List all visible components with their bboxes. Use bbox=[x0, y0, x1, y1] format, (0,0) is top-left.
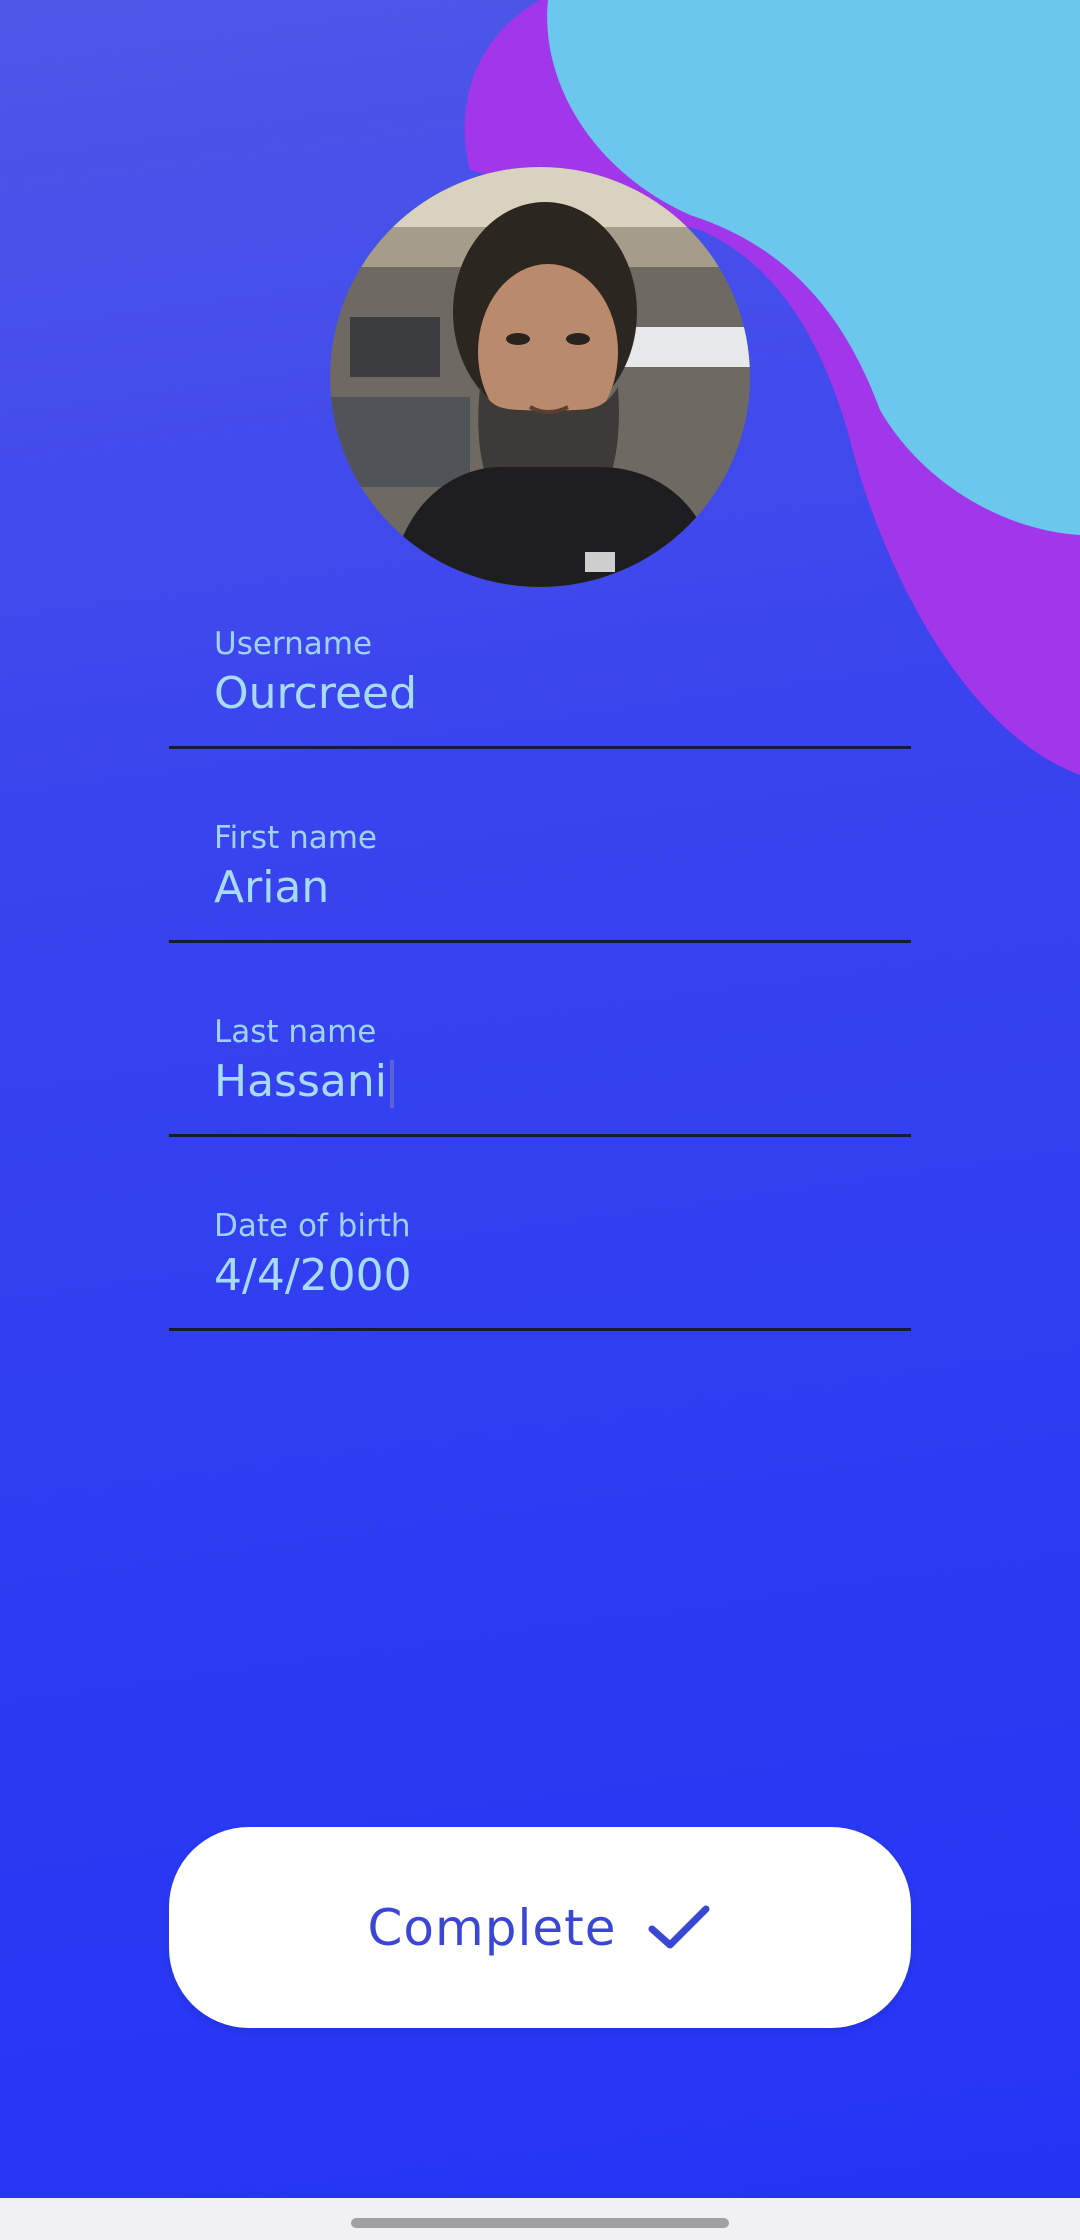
last-name-field[interactable]: Last name Hassani bbox=[169, 1004, 911, 1137]
last-name-input-wrap[interactable]: Hassani bbox=[214, 1056, 394, 1108]
first-name-input[interactable]: Arian bbox=[214, 862, 329, 913]
username-label: Username bbox=[214, 626, 373, 662]
complete-button-label: Complete bbox=[367, 1898, 617, 1957]
avatar[interactable] bbox=[330, 167, 750, 587]
text-cursor bbox=[389, 1060, 394, 1108]
date-of-birth-label: Date of birth bbox=[214, 1208, 411, 1244]
home-gesture-handle[interactable] bbox=[351, 2218, 729, 2228]
last-name-input[interactable]: Hassani bbox=[214, 1056, 387, 1107]
complete-button[interactable]: Complete bbox=[169, 1827, 911, 2028]
date-of-birth-input[interactable]: 4/4/2000 bbox=[214, 1250, 412, 1301]
last-name-label: Last name bbox=[214, 1014, 377, 1050]
profile-photo bbox=[330, 167, 750, 587]
username-input[interactable]: Ourcreed bbox=[214, 668, 417, 719]
system-navigation-bar bbox=[0, 2198, 1080, 2240]
first-name-field[interactable]: First name Arian bbox=[169, 810, 911, 943]
date-of-birth-field[interactable]: Date of birth 4/4/2000 bbox=[169, 1198, 911, 1331]
check-icon bbox=[648, 1905, 710, 1948]
first-name-label: First name bbox=[214, 820, 378, 856]
profile-setup-screen: Username Ourcreed First name Arian Last … bbox=[0, 0, 1080, 2198]
username-field[interactable]: Username Ourcreed bbox=[169, 616, 911, 749]
